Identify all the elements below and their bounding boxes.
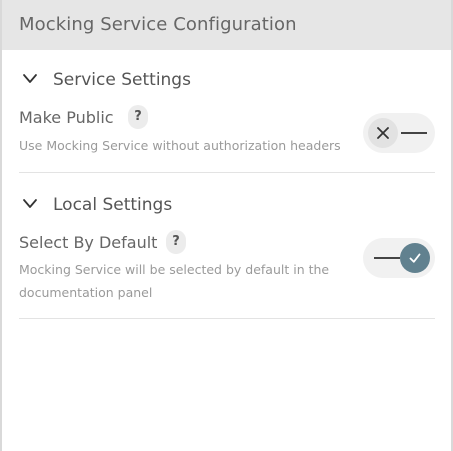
toggle-track	[374, 257, 400, 259]
help-icon[interactable]: ?	[128, 105, 148, 129]
make-public-toggle[interactable]	[363, 113, 435, 153]
chevron-down-icon[interactable]	[22, 198, 38, 210]
toggle-knob	[400, 243, 430, 273]
chevron-down-icon[interactable]	[22, 73, 38, 85]
select-by-default-label: Select By Default	[19, 233, 158, 252]
panel-title: Mocking Service Configuration	[19, 14, 297, 35]
toggle-track	[401, 132, 427, 134]
select-by-default-toggle[interactable]	[363, 238, 435, 278]
close-icon	[377, 127, 389, 139]
make-public-label: Make Public	[19, 108, 114, 127]
panel-header: Mocking Service Configuration	[2, 0, 451, 50]
select-by-default-description-line-2: documentation panel	[19, 285, 153, 300]
toggle-knob	[368, 118, 398, 148]
make-public-description: Use Mocking Service without authorizatio…	[19, 138, 341, 153]
divider	[19, 318, 435, 319]
divider	[19, 172, 435, 173]
help-icon[interactable]: ?	[166, 230, 186, 254]
check-icon	[409, 253, 421, 263]
section-title[interactable]: Local Settings	[53, 195, 172, 215]
section-title[interactable]: Service Settings	[53, 70, 191, 90]
mocking-service-config-panel: Mocking Service Configuration Service Se…	[0, 0, 453, 451]
select-by-default-description-line-1: Mocking Service will be selected by defa…	[19, 262, 330, 277]
